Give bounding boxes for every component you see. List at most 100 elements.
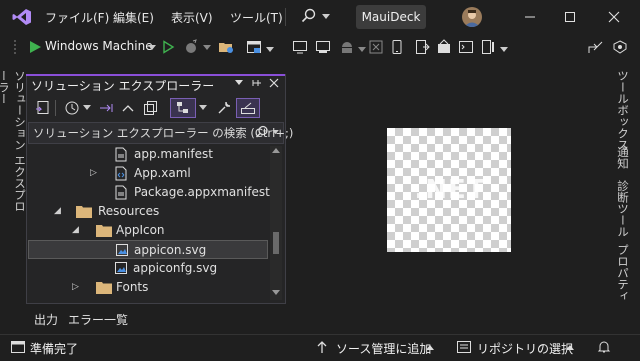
run-target-label[interactable]: Windows Machine [45, 39, 153, 53]
menu-view[interactable]: 表示(V) [171, 9, 213, 26]
tree-item-label: Resources [98, 204, 160, 218]
source-control-dropup-icon[interactable] [426, 345, 434, 351]
menu-file[interactable]: ファイル(F) [45, 9, 109, 26]
tree-item-appiconfg-svg[interactable]: appiconfg.svg [28, 259, 268, 278]
search-options-dropdown-icon[interactable] [272, 130, 279, 135]
device-window-icon[interactable] [246, 39, 262, 55]
status-ready-icon [11, 341, 25, 353]
repository-icon[interactable] [456, 340, 472, 354]
hot-reload-icon[interactable] [184, 39, 200, 55]
solution-name-badge: MauiDeck [356, 5, 426, 29]
switch-views-button[interactable] [170, 98, 196, 118]
feedback-icon[interactable] [612, 39, 628, 55]
tab-error-list[interactable]: エラー一覧 [68, 311, 128, 328]
menu-tools[interactable]: ツール(T) [230, 9, 283, 26]
close-icon[interactable] [600, 6, 628, 28]
monitor-icon[interactable] [292, 39, 308, 55]
tree-item-label: AppIcon [116, 223, 165, 237]
search-icon[interactable] [255, 125, 269, 139]
layout-icon[interactable] [480, 39, 496, 55]
browse-folder-icon[interactable] [218, 39, 234, 55]
page-arrow-icon[interactable] [414, 39, 430, 55]
solution-explorer-title: ソリューション エクスプローラー [31, 79, 215, 93]
layout-dropdown-icon[interactable] [500, 47, 508, 53]
tree-item-appicon[interactable]: ◢ AppIcon [28, 221, 268, 240]
show-all-files-icon[interactable] [142, 100, 158, 116]
scroll-up-icon[interactable] [272, 148, 280, 154]
tree-item-app-xaml[interactable]: ▷ App.xaml [28, 164, 268, 183]
properties-wrench-icon[interactable] [216, 100, 232, 116]
run-target-dropdown-icon[interactable] [148, 45, 156, 51]
xaml-file-icon [115, 166, 127, 181]
dotnet-logo-text: .NET [414, 175, 486, 205]
tree-item-appicon-svg[interactable]: appicon.svg [28, 240, 268, 259]
menu-divider [285, 8, 286, 26]
preview-selected-items-button[interactable] [236, 98, 260, 118]
solution-explorer-scrollbar[interactable] [270, 146, 282, 300]
right-rail-diagnostics-tab[interactable]: 診断ツール [615, 180, 631, 238]
file-icon [115, 185, 127, 200]
pending-changes-dropdown-icon[interactable] [83, 105, 91, 111]
device-window-dropdown-icon[interactable] [266, 47, 274, 53]
expand-chevron-icon[interactable]: ▷ [72, 278, 79, 297]
scroll-down-icon[interactable] [272, 290, 280, 296]
back-forward-icon[interactable] [98, 100, 114, 116]
arrow-up-icon[interactable] [316, 340, 328, 354]
tree-item-resources[interactable]: ◢ Resources [28, 202, 268, 221]
add-to-source-control-button[interactable]: ソース管理に追加 [336, 340, 431, 357]
folder-icon [96, 225, 112, 237]
visual-studio-logo-icon [12, 9, 31, 25]
file-icon [115, 147, 127, 162]
right-rail-notifications-tab[interactable]: 通知 [615, 146, 631, 169]
display-icon[interactable] [315, 39, 331, 55]
image-file-icon [116, 244, 128, 256]
pin-icon[interactable] [251, 77, 263, 89]
minimize-icon[interactable] [516, 6, 544, 28]
switch-views-dropdown-icon[interactable] [199, 105, 207, 111]
right-rail-toolbox-tab[interactable]: ツールボックス [615, 70, 631, 151]
collapse-chevron-icon[interactable]: ◢ [54, 202, 61, 221]
package-icon[interactable] [436, 39, 452, 55]
folder-icon [96, 282, 112, 294]
tree-item-package-appxmanifest[interactable]: Package.appxmanifest [28, 183, 270, 202]
preview-icon [241, 102, 255, 114]
search-icon[interactable] [301, 8, 317, 24]
panel-close-icon[interactable] [268, 77, 280, 89]
share-icon[interactable] [587, 39, 603, 55]
android-icon[interactable] [339, 39, 355, 55]
start-debugging-icon[interactable] [27, 39, 43, 55]
tree-item-app-manifest[interactable]: app.manifest [28, 145, 268, 164]
android-dropdown-icon[interactable] [358, 47, 366, 53]
search-dropdown-icon[interactable] [322, 14, 330, 20]
folder-icon [76, 206, 92, 218]
collapse-chevron-icon[interactable]: ◢ [72, 221, 79, 240]
scrollbar-thumb[interactable] [273, 232, 279, 254]
xaml-preview-icon[interactable] [368, 39, 384, 55]
menu-edit[interactable]: 編集(E) [113, 9, 154, 26]
hot-reload-dropdown-icon[interactable] [203, 45, 211, 51]
start-without-debugging-icon[interactable] [160, 39, 176, 55]
tree-item-fonts[interactable]: ▷ Fonts [28, 278, 268, 297]
phone-icon[interactable] [389, 39, 405, 55]
se-toolbar-divider [55, 100, 56, 116]
expand-chevron-icon[interactable]: ▷ [90, 164, 97, 183]
terminal-icon[interactable] [458, 39, 474, 55]
repository-dropup-icon[interactable] [566, 345, 574, 351]
sync-with-active-document-icon[interactable] [35, 100, 51, 116]
right-rail-properties-tab[interactable]: プロパティ [615, 244, 631, 302]
tree-item-label: App.xaml [134, 166, 191, 180]
tree-item-label: appicon.svg [134, 243, 207, 257]
pending-changes-filter-icon[interactable] [64, 100, 80, 116]
collapse-all-icon[interactable] [120, 100, 136, 116]
notifications-bell-icon[interactable] [596, 339, 612, 355]
panel-menu-icon[interactable] [235, 80, 243, 86]
image-file-icon [115, 262, 127, 274]
tree-item-label: appiconfg.svg [133, 261, 218, 275]
maximize-icon[interactable] [556, 6, 584, 28]
tab-output[interactable]: 出力 [34, 311, 58, 328]
user-avatar[interactable] [462, 7, 482, 27]
select-repository-button[interactable]: リポジトリの選択 [477, 340, 573, 357]
toolbar-grip-icon [14, 40, 16, 54]
tree-item-label: app.manifest [134, 147, 213, 161]
switch-views-icon [177, 102, 188, 113]
